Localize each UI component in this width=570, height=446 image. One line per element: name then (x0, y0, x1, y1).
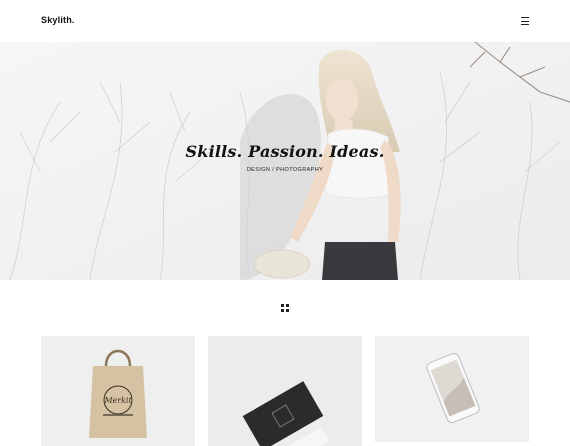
portfolio-item-smartphone[interactable] (375, 336, 529, 442)
hero-text: Skills. Passion. Ideas. DESIGN / PHOTOGR… (0, 142, 570, 173)
svg-text:Merkit: Merkit (103, 396, 132, 405)
portfolio-item-tote-bag[interactable]: Merkit (41, 336, 195, 446)
hero-banner: Skills. Passion. Ideas. DESIGN / PHOTOGR… (0, 42, 570, 280)
hero-title: Skills. Passion. Ideas. (185, 142, 385, 161)
business-card-icon (242, 381, 330, 446)
hero-subtitle: DESIGN / PHOTOGRAPHY (246, 167, 324, 173)
portfolio-item-business-card[interactable] (208, 336, 362, 446)
smartphone-icon (426, 352, 480, 424)
grid-icon[interactable] (281, 304, 289, 312)
site-logo[interactable]: Skylith. (41, 15, 75, 25)
tote-bag-icon: Merkit (89, 349, 147, 438)
hamburger-menu-icon[interactable] (518, 14, 532, 28)
site-header: Skylith. (0, 0, 570, 42)
